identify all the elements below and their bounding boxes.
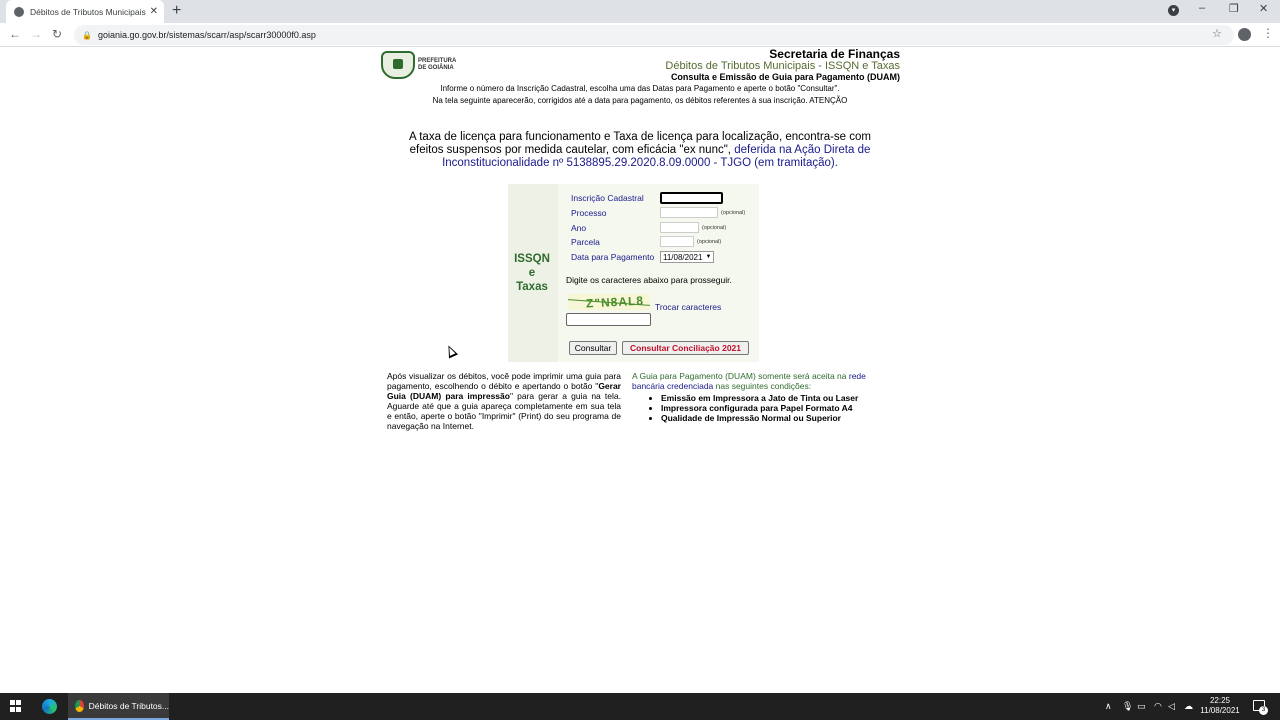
conditions-text-2: nas seguintes condições: (713, 381, 812, 391)
list-item: Impressora configurada para Papel Format… (661, 403, 884, 413)
volume-icon[interactable]: ◁ (1168, 701, 1175, 712)
conditions-list: Emissão em Impressora a Jato de Tinta ou… (661, 393, 884, 423)
taskbar-app-label: Débitos de Tributos... (88, 700, 169, 711)
data-pagamento-label: Data para Pagamento (571, 252, 655, 262)
edge-icon[interactable] (42, 699, 57, 714)
browser-toolbar: ← → ↻ 🔒 goiania.go.gov.br/sistemas/scarr… (0, 23, 1280, 47)
captcha-image: Z"N8AL8 (568, 294, 650, 310)
ano-optional: (opcional) (702, 224, 727, 231)
page-subtitle: Consulta e Emissão de Guia para Pagament… (670, 72, 900, 82)
wifi-icon[interactable]: ◠ (1154, 701, 1162, 712)
browser-tab-bar: Débitos de Tributos Municipais - ✕ + ▾ –… (0, 0, 1280, 23)
bookmark-star-icon[interactable]: ☆ (1212, 27, 1222, 40)
print-instructions: Após visualizar os débitos, você pode im… (387, 371, 621, 431)
close-window-icon[interactable]: ✕ (1259, 2, 1268, 15)
inscricao-label: Inscrição Cadastral (571, 193, 644, 203)
inscricao-input[interactable] (660, 192, 723, 204)
side-label-e: e (528, 267, 536, 279)
list-item: Qualidade de Impressão Normal ou Superio… (661, 413, 884, 423)
close-tab-icon[interactable]: ✕ (150, 6, 158, 17)
conditions-text-1: A Guia para Pagamento (DUAM) somente ser… (632, 371, 849, 381)
url-text: goiania.go.gov.br/sistemas/scarr/asp/sca… (97, 30, 316, 40)
coat-of-arms-icon (381, 51, 415, 79)
back-icon[interactable]: ← (9, 27, 21, 41)
new-tab-icon[interactable]: + (172, 2, 181, 20)
captcha-input[interactable] (566, 313, 651, 326)
clock-date: 11/08/2021 (1200, 706, 1240, 715)
forward-icon[interactable]: → (30, 27, 42, 41)
parcela-label: Parcela (571, 236, 600, 247)
list-item: Emissão em Impressora a Jato de Tinta ou… (661, 393, 884, 403)
minimize-icon[interactable]: – (1199, 2, 1205, 14)
legal-notice: A taxa de licença para funcionamento e T… (395, 131, 885, 170)
browser-tab[interactable]: Débitos de Tributos Municipais - ✕ (6, 0, 164, 23)
print-instructions-text-1: Após visualizar os débitos, você pode im… (387, 371, 621, 391)
lock-icon[interactable]: 🔒 (82, 31, 92, 40)
onedrive-icon[interactable]: ☁ (1184, 701, 1193, 712)
system-title: Débitos de Tributos Municipais - ISSQN e… (665, 60, 900, 72)
side-label-taxas: Taxas (516, 281, 548, 293)
payment-conditions: A Guia para Pagamento (DUAM) somente ser… (632, 371, 884, 423)
consultar-button[interactable]: Consultar (569, 341, 617, 355)
form-side-label: ISSQN e Taxas (508, 184, 556, 362)
prefeitura-logo: PREFEITURA DE GOIÂNIA (381, 51, 460, 79)
form-fields: Inscrição Cadastral Processo (opcional) … (558, 184, 759, 362)
address-bar[interactable]: 🔒 goiania.go.gov.br/sistemas/scarr/asp/s… (74, 25, 1234, 45)
ano-label: Ano (571, 222, 587, 233)
notification-count: 3 (1259, 706, 1268, 715)
side-label-issqn: ISSQN (514, 253, 550, 265)
parcela-optional: (opcional) (697, 238, 722, 245)
mouse-cursor-icon (443, 343, 459, 359)
taskbar-chrome-app[interactable]: Débitos de Tributos... (68, 693, 169, 720)
data-pagamento-value: 11/08/2021 (663, 252, 703, 262)
processo-optional: (opcional) (721, 209, 746, 216)
tab-title: Débitos de Tributos Municipais - (30, 6, 146, 17)
restore-icon[interactable]: ❐ (1229, 2, 1239, 15)
captcha-prompt: Digite os caracteres abaixo para prosseg… (566, 275, 732, 285)
windows-taskbar: Débitos de Tributos... ∧ 🎙 ▭ ◠ ◁ ☁ 22:25… (0, 693, 1280, 720)
reload-icon[interactable]: ↻ (52, 27, 62, 41)
processo-label: Processo (571, 207, 607, 218)
data-pagamento-select[interactable]: 11/08/2021 ▼ (660, 251, 715, 263)
tray-chevron-icon[interactable]: ∧ (1105, 701, 1112, 712)
instructions-line-1: Informe o número da Inscrição Cadastral,… (440, 84, 840, 93)
microphone-icon[interactable]: 🎙 (1122, 701, 1133, 712)
account-icon[interactable] (1238, 28, 1251, 41)
menu-icon[interactable]: ⋮ (1262, 26, 1274, 40)
battery-icon[interactable]: ▭ (1137, 701, 1146, 712)
logo-text: PREFEITURA DE GOIÂNIA (418, 58, 457, 71)
globe-icon (14, 6, 24, 17)
ano-input[interactable] (660, 222, 699, 233)
clock-time: 22:25 (1209, 696, 1231, 705)
consulta-form: ISSQN e Taxas Inscrição Cadastral Proces… (508, 184, 759, 362)
captcha-text: Z"N8AL8 (585, 294, 645, 310)
tab-search-icon[interactable]: ▾ (1168, 5, 1179, 16)
consultar-conciliacao-button[interactable]: Consultar Conciliação 2021 (622, 341, 749, 355)
parcela-input[interactable] (660, 236, 694, 247)
system-clock[interactable]: 22:25 11/08/2021 (1200, 696, 1240, 716)
chevron-down-icon: ▼ (705, 254, 712, 260)
trocar-caracteres-link[interactable]: Trocar caracteres (655, 302, 721, 312)
page-content: PREFEITURA DE GOIÂNIA Secretaria de Fina… (0, 47, 1280, 693)
secretaria-title: Secretaria de Finanças (769, 47, 900, 61)
chrome-icon (75, 699, 84, 712)
windows-start-icon[interactable] (10, 700, 22, 712)
processo-input[interactable] (660, 207, 718, 218)
instructions-line-2: Na tela seguinte aparecerão, corrigidos … (432, 96, 848, 105)
